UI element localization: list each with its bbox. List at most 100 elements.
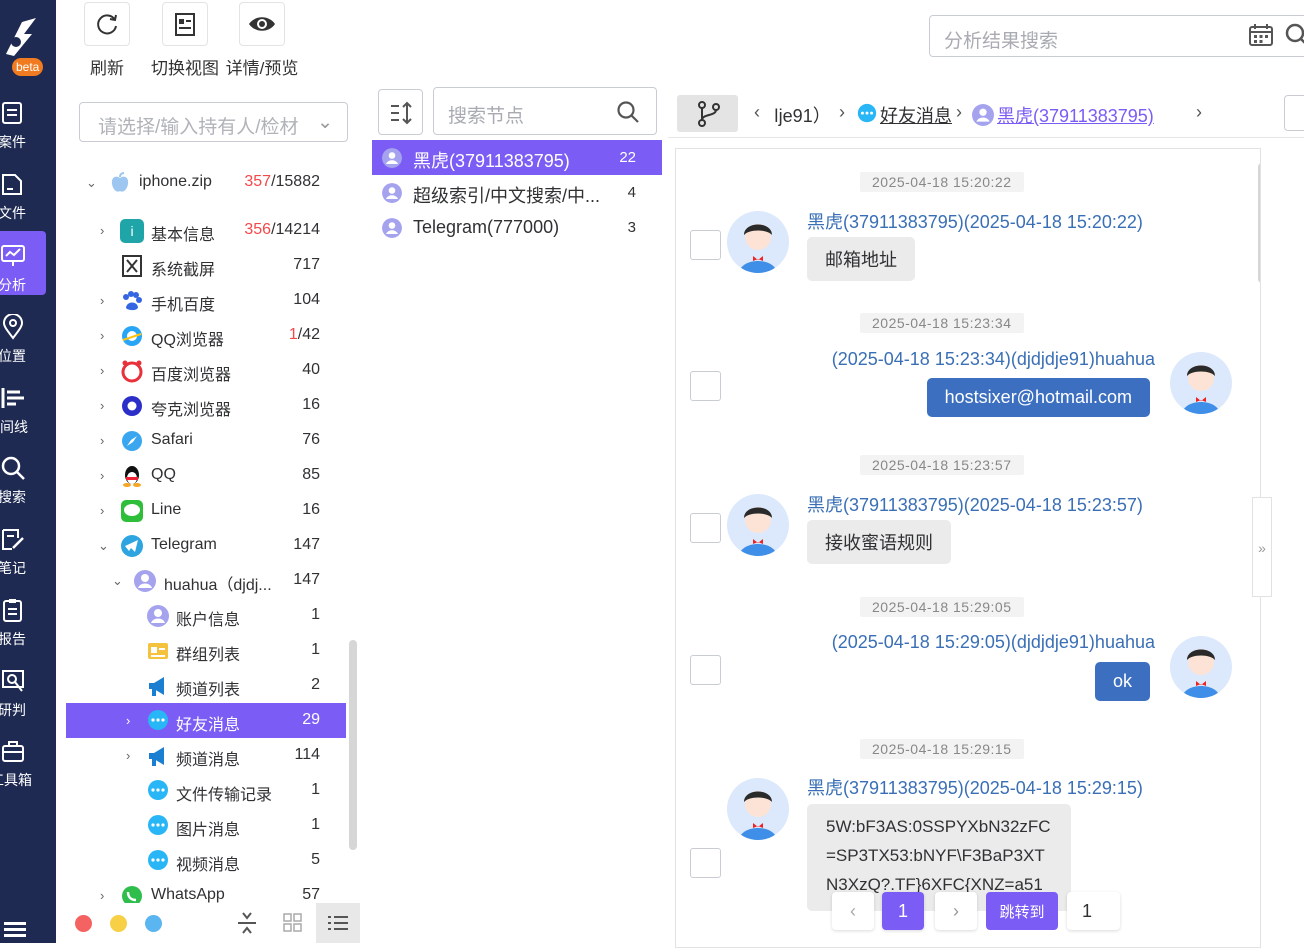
tree-node[interactable]: › Safari 76 <box>66 423 346 458</box>
crumb-part3[interactable]: 黑虎(37911383795) <box>997 102 1154 128</box>
nav-file[interactable]: 文件 <box>0 159 46 223</box>
message-bubble[interactable]: hostsixer@hotmail.com <box>926 378 1150 417</box>
eye-icon <box>249 17 275 31</box>
tree-node[interactable]: 系统截屏 717 <box>66 248 346 283</box>
message-checkbox[interactable] <box>690 848 721 878</box>
crumb-part2[interactable]: 好友消息 <box>880 102 952 128</box>
message-line: =SP3TX53:bNYF\F3BaP3XT <box>826 846 1045 865</box>
next-page-button[interactable]: › <box>935 892 977 930</box>
message-bubble[interactable]: 接收蜜语规则 <box>807 520 951 564</box>
tree-node[interactable]: 视频消息 5 <box>66 843 346 878</box>
group-icon <box>148 643 168 659</box>
nav-search[interactable]: 搜索 <box>0 443 46 507</box>
message-sender[interactable]: 黑虎(37911383795)(2025-04-18 15:23:57) <box>807 491 1143 517</box>
screenshot-icon <box>122 255 142 277</box>
switch-view-icon <box>175 13 195 36</box>
search-icon[interactable] <box>1284 22 1304 48</box>
node-search-input[interactable]: 搜索节点 <box>433 87 657 135</box>
tree-node[interactable]: › i 基本信息 356/14214 <box>66 213 346 248</box>
message-checkbox[interactable] <box>690 230 721 260</box>
tree-node[interactable]: › QQ浏览器 1/42 <box>66 318 346 353</box>
tree-node[interactable]: › 频道消息 114 <box>66 738 346 773</box>
node-item[interactable]: 超级索引/中文搜索/中... 4 <box>372 175 662 210</box>
nav-note[interactable]: 笔记 <box>0 514 46 578</box>
tree-node[interactable]: ⌄ iphone.zip 357/15882 <box>66 165 346 200</box>
message-time: 2025-04-18 15:23:34 <box>860 313 1024 333</box>
message-bubble[interactable]: ok <box>1094 662 1150 701</box>
chat-icon <box>148 780 168 800</box>
message-sender[interactable]: (2025-04-18 15:23:34)(djdjdje91)huahua <box>832 349 1155 370</box>
tree-node[interactable]: 群组列表 1 <box>66 633 346 668</box>
nav-research[interactable]: 研判 <box>0 656 46 720</box>
menu-icon[interactable] <box>4 922 26 938</box>
tree-node[interactable]: › 手机百度 104 <box>66 283 346 318</box>
crumb-part1[interactable]: ǀje91） <box>774 102 831 128</box>
tree-node[interactable]: › Line 16 <box>66 493 346 528</box>
tree-node[interactable]: › QQ 85 <box>66 458 346 493</box>
nav-timeline[interactable]: 时间线 <box>0 373 46 437</box>
nav-location[interactable]: 位置 <box>0 302 46 366</box>
calendar-icon[interactable] <box>1249 24 1273 46</box>
sort-button[interactable] <box>378 89 423 135</box>
refresh-icon <box>97 14 117 35</box>
nav-report[interactable]: 报告 <box>0 585 46 649</box>
message-time: 2025-04-18 15:29:15 <box>860 739 1024 759</box>
tree-node-selected[interactable]: › 好友消息 29 <box>66 703 346 738</box>
node-search-placeholder: 搜索节点 <box>448 106 525 127</box>
holder-select[interactable]: 请选择/输入持有人/检材 ⌄ <box>79 102 348 142</box>
yellow-dot-icon[interactable] <box>110 915 127 932</box>
prev-page-button[interactable]: ‹ <box>832 892 874 930</box>
switch-view-button[interactable]: 切换视图 <box>148 2 222 79</box>
crumb-prev-icon[interactable]: ‹ <box>754 102 760 123</box>
red-dot-icon[interactable] <box>75 915 92 932</box>
expand-panel-handle[interactable]: » <box>1252 497 1272 597</box>
blue-dot-icon[interactable] <box>145 915 162 932</box>
message-sender[interactable]: (2025-04-18 15:29:05)(djdjdje91)huahua <box>832 632 1155 653</box>
tree-node[interactable]: 图片消息 1 <box>66 808 346 843</box>
panel-option-button[interactable] <box>1284 95 1304 131</box>
message-time: 2025-04-18 15:20:22 <box>860 172 1024 192</box>
message-checkbox[interactable] <box>690 513 721 543</box>
baidu-icon <box>123 291 142 311</box>
nav-toolbox[interactable]: 工具箱 <box>0 726 46 790</box>
tree-node[interactable]: › 夸克浏览器 16 <box>66 388 346 423</box>
nav-case[interactable]: 案件 <box>0 88 46 152</box>
message-sender[interactable]: 黑虎(37911383795)(2025-04-18 15:20:22) <box>807 208 1143 234</box>
branch-button[interactable] <box>677 95 738 132</box>
chevron-down-icon: ⌄ <box>317 112 333 133</box>
nav-analysis[interactable]: 分析 <box>0 231 46 295</box>
chat-messages[interactable]: 2025-04-18 15:20:22 黑虎(37911383795)(2025… <box>675 148 1261 948</box>
tree-node[interactable]: 频道列表 2 <box>66 668 346 703</box>
tree-node[interactable]: 账户信息 1 <box>66 598 346 633</box>
quark-icon <box>122 396 142 416</box>
jump-button[interactable]: 跳转到 <box>986 892 1058 930</box>
message-bubble[interactable]: 邮箱地址 <box>807 237 915 281</box>
tree-node[interactable]: ⌄ huahua（djdj... 147 <box>66 563 346 598</box>
nav-label: 报告 <box>0 631 26 647</box>
page-current[interactable]: 1 <box>882 892 924 930</box>
node-item[interactable]: Telegram(777000) 3 <box>372 210 662 245</box>
message-checkbox[interactable] <box>690 655 721 685</box>
tree-node[interactable]: 文件传输记录 1 <box>66 773 346 808</box>
avatar <box>727 211 789 273</box>
node-list-panel: 搜索节点 黑虎(37911383795) 22 超级索引/中文搜索/中... 4… <box>372 86 662 943</box>
detail-preview-button[interactable]: 详情/预览 <box>222 2 302 79</box>
tree-node[interactable]: ⌄ Telegram 147 <box>66 528 346 563</box>
baidu-browser-icon <box>121 360 143 383</box>
collapse-icon[interactable] <box>236 911 258 935</box>
node-item-selected[interactable]: 黑虎(37911383795) 22 <box>372 140 662 175</box>
analysis-search-input[interactable]: 分析结果搜索 <box>929 15 1304 57</box>
chat-scrollbar[interactable] <box>1258 163 1260 283</box>
user-icon <box>382 148 402 168</box>
grid-view-icon[interactable] <box>283 913 303 933</box>
message-sender[interactable]: 黑虎(37911383795)(2025-04-18 15:29:15) <box>807 774 1143 800</box>
tree-node[interactable]: › 百度浏览器 40 <box>66 353 346 388</box>
case-icon <box>2 102 22 124</box>
tree-scrollbar[interactable] <box>349 640 357 850</box>
refresh-button[interactable]: 刷新 <box>82 2 132 79</box>
crumb-next-icon[interactable]: › <box>1196 102 1202 123</box>
search-icon[interactable] <box>616 100 640 124</box>
jump-page-input[interactable]: 1 <box>1067 892 1120 930</box>
list-view-button[interactable] <box>316 903 360 943</box>
message-checkbox[interactable] <box>690 371 721 401</box>
